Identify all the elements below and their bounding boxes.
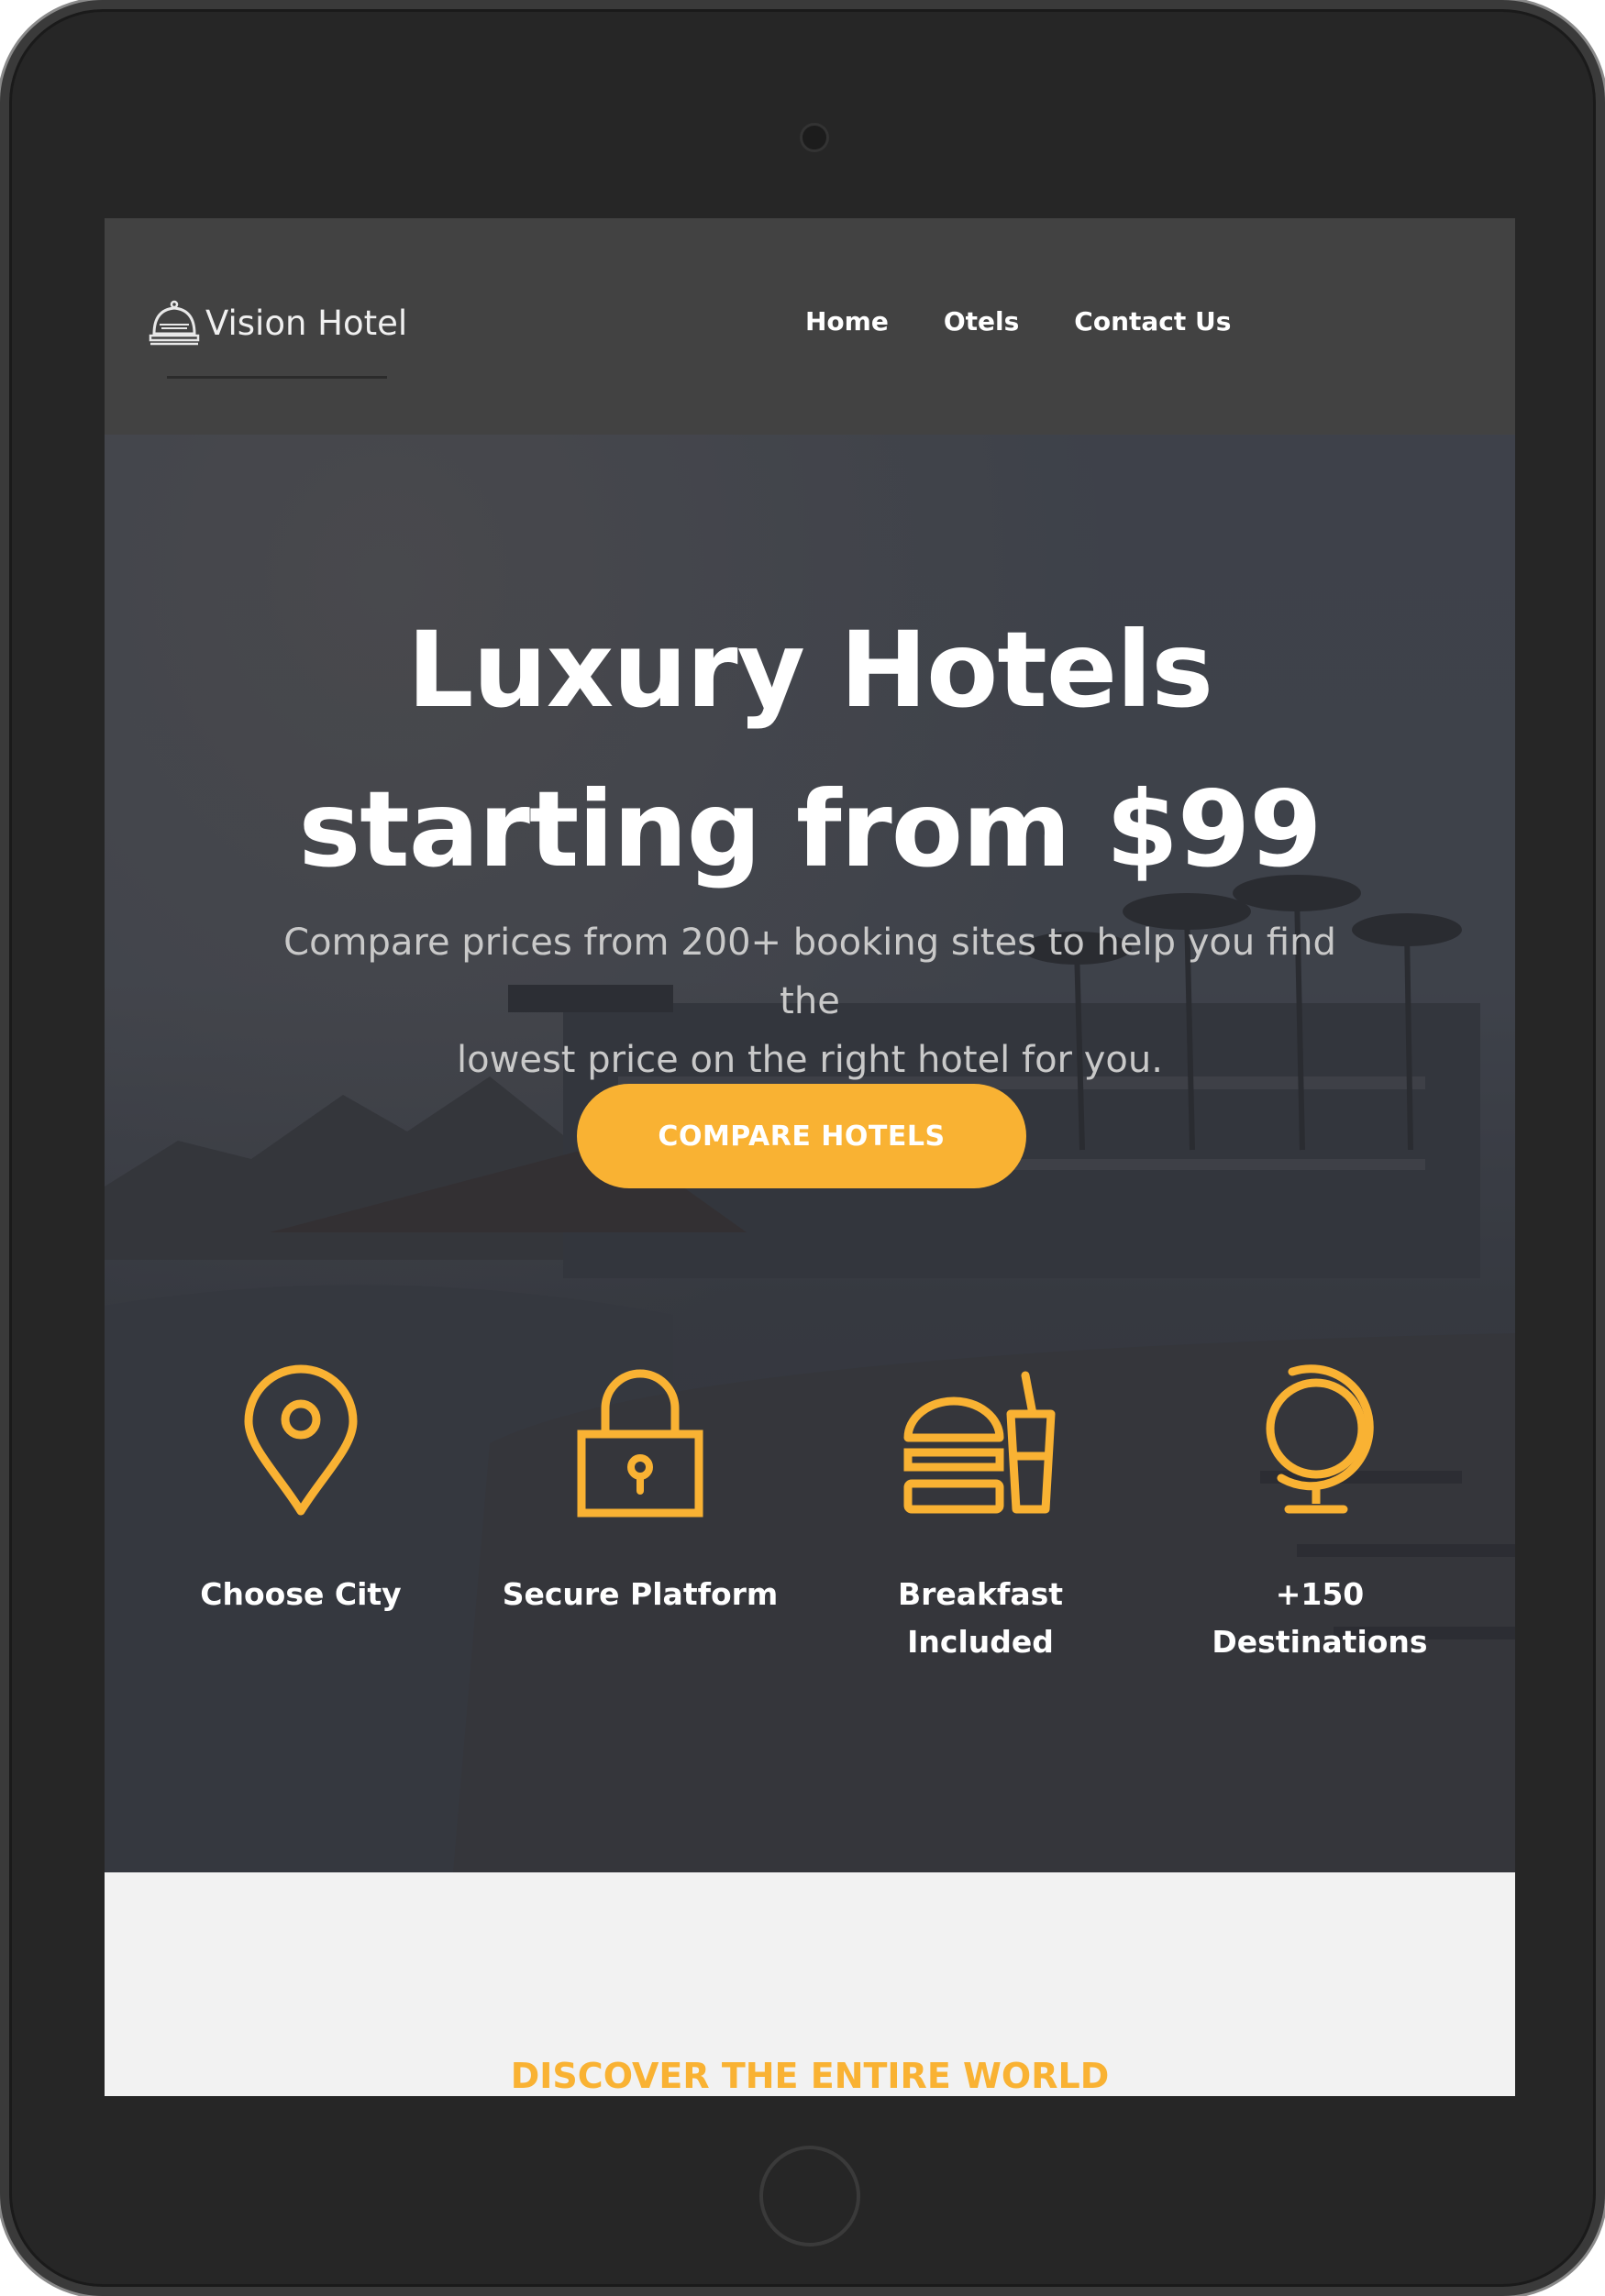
tablet-frame: Vision Hotel Home Otels Contact Us Luxur… [0,0,1605,2296]
nav-link-otels[interactable]: Otels [944,306,1019,337]
hero-subtitle: Compare prices from 200+ booking sites t… [270,913,1350,1089]
feature-label-line-2: Destinations [1212,1624,1428,1660]
feature-label-secure-platform: Secure Platform [470,1571,810,1618]
nav-link-home[interactable]: Home [805,306,889,337]
feature-label-line-1: Breakfast [897,1576,1064,1612]
hero-section: Luxury Hotels starting from $99 Compare … [105,435,1515,1872]
nav-menu: Home Otels Contact Us [805,306,1231,337]
feature-label-line-2: Included [907,1624,1054,1660]
hero-subtitle-line-1: Compare prices from 200+ booking sites t… [283,922,1336,1022]
feature-label-choose-city: Choose City [131,1571,470,1618]
hero-title-line-2: starting from $99 [298,768,1322,890]
navbar: Vision Hotel Home Otels Contact Us [105,218,1515,435]
bell-icon [149,297,200,348]
feature-secure-platform: Secure Platform [470,1364,810,1618]
feature-choose-city: Choose City [131,1364,470,1618]
nav-link-contact-us[interactable]: Contact Us [1074,306,1231,337]
front-camera [800,123,829,152]
hero-subtitle-line-2: lowest price on the right hotel for you. [457,1039,1163,1081]
compare-hotels-button[interactable]: COMPARE HOTELS [577,1084,1026,1188]
feature-label-breakfast-included: Breakfast Included [811,1571,1150,1666]
logo-underline [167,376,387,379]
hero-title: Luxury Hotels starting from $99 [105,591,1515,910]
feature-destinations: +150 Destinations [1150,1364,1489,1666]
brand-name: Vision Hotel [205,303,408,343]
screen: Vision Hotel Home Otels Contact Us Luxur… [105,218,1515,2096]
feature-label-destinations: +150 Destinations [1150,1571,1489,1666]
feature-label-line-1: +150 [1275,1576,1365,1612]
features: Choose City Secure Platform Breakfast In… [105,1364,1515,1667]
discover-section: DISCOVER THE ENTIRE WORLD [105,1872,1515,2096]
hero-title-line-1: Luxury Hotels [406,609,1213,731]
logo[interactable]: Vision Hotel [149,293,407,352]
section-title: DISCOVER THE ENTIRE WORLD [510,2056,1110,2096]
feature-label-line: Secure Platform [502,1576,779,1612]
home-button[interactable] [759,2146,860,2246]
feature-breakfast-included: Breakfast Included [811,1364,1150,1666]
globe-icon [1150,1364,1489,1520]
burger-drink-icon [811,1364,1150,1520]
lock-icon [470,1364,810,1520]
feature-label-line: Choose City [200,1576,402,1612]
map-pin-icon [131,1364,470,1520]
